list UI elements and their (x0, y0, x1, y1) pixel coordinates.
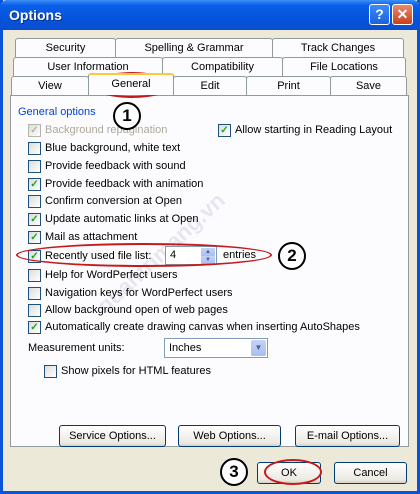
chevron-down-icon[interactable]: ▼ (251, 340, 266, 356)
checkbox-checked-icon: ✓ (28, 178, 41, 191)
checkbox-checked-icon: ✓ (28, 250, 41, 263)
spin-down-icon[interactable]: ▼ (201, 256, 215, 264)
callout-3: 3 (220, 458, 248, 486)
checkbox-icon (28, 269, 41, 282)
checkbox-icon (44, 365, 57, 378)
tab-general[interactable]: General (88, 73, 174, 95)
checkbox-icon (28, 195, 41, 208)
title-bar: Options ? ✕ (0, 0, 420, 30)
recent-files-count-input[interactable]: 4 ▲ ▼ (165, 246, 217, 265)
tab-save[interactable]: Save (330, 76, 407, 95)
checkbox-icon (28, 304, 41, 317)
tab-edit[interactable]: Edit (173, 76, 247, 95)
tab-track-changes[interactable]: Track Changes (272, 38, 404, 57)
checkbox-icon (28, 287, 41, 300)
email-options-button[interactable]: E-mail Options... (295, 425, 400, 447)
tab-compatibility[interactable]: Compatibility (162, 57, 283, 76)
tab-file-locations[interactable]: File Locations (282, 57, 406, 76)
tab-view[interactable]: View (11, 76, 89, 95)
spin-up-icon[interactable]: ▲ (201, 248, 215, 256)
checkbox-icon (28, 142, 41, 155)
web-options-button[interactable]: Web Options... (178, 425, 281, 447)
checkbox-checked-icon: ✓ (28, 321, 41, 334)
help-button[interactable]: ? (369, 4, 390, 25)
tab-security[interactable]: Security (15, 38, 116, 57)
cancel-button[interactable]: Cancel (334, 462, 407, 484)
close-button[interactable]: ✕ (392, 4, 413, 25)
checkbox-checked-icon: ✓ (28, 213, 41, 226)
checkbox-checked-icon: ✓ (28, 231, 41, 244)
callout-1: 1 (113, 102, 141, 130)
general-options-label: General options (18, 106, 96, 118)
tab-print[interactable]: Print (246, 76, 331, 95)
measurement-units-select[interactable]: Inches ▼ (164, 338, 268, 358)
window-title: Options (9, 7, 62, 23)
service-options-button[interactable]: Service Options... (59, 425, 166, 447)
callout-2: 2 (278, 242, 306, 270)
tab-spelling-grammar[interactable]: Spelling & Grammar (115, 38, 273, 57)
ok-button[interactable]: OK (257, 462, 321, 484)
measurement-units-label: Measurement units: (28, 342, 125, 354)
checkbox-icon (28, 160, 41, 173)
checkbox-checked-icon: ✓ (28, 124, 41, 137)
checkbox-checked-icon: ✓ (218, 124, 231, 137)
entries-label: entries (223, 249, 257, 261)
